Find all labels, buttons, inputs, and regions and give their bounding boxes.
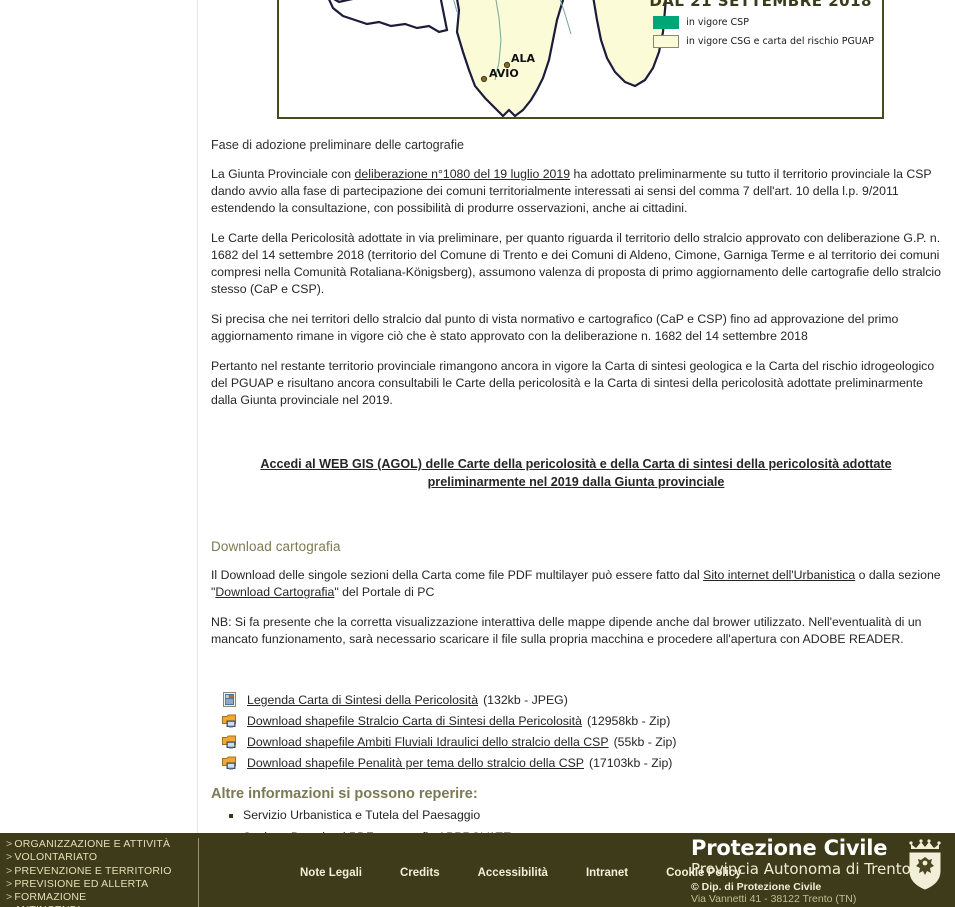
trentino-map-svg: STORO MORI ALA AVIO [328,0,667,117]
chevron-right-icon: > [6,877,13,890]
paragraph-1: La Giunta Provinciale con deliberazione … [211,166,941,217]
footer-nav-item-previsione[interactable]: > PREVISIONE ED ALLERTA [6,878,196,891]
list-item[interactable]: Download shapefile Penalità per tema del… [211,755,941,770]
download-paragraph: Il Download delle singole sezioni della … [211,567,941,601]
zip-file-icon [222,755,237,770]
map-legend: in vigore CSP in vigore CSG e carta del … [653,16,874,54]
svg-text:AVIO: AVIO [489,67,519,80]
legend-label-csp: in vigore CSP [686,17,749,28]
footer-nav-label: PREVISIONE ED ALLERTA [14,877,149,890]
nb-paragraph: NB: Si fa presente che la corretta visua… [211,615,922,647]
legend-swatch-csp [653,16,680,29]
legend-swatch-csg [653,35,680,48]
download-para-pre: Il Download delle singole sezioni della … [211,568,704,583]
footer-nav-label: ORGANIZZAZIONE E ATTIVITÀ [14,838,171,850]
footer-nav-item-organizzazione[interactable]: > ORGANIZZAZIONE E ATTIVITÀ [6,838,196,851]
chevron-right-icon: > [6,864,13,877]
footer-link-accessibilita[interactable]: Accessibilità [478,867,548,879]
footer-links: Note Legali Credits Accessibilità Intran… [300,867,742,879]
download-link[interactable]: Legenda Carta di Sintesi della Pericolos… [247,693,478,707]
webgis-link-wrapper: Accedi al WEB GIS (AGOL) delle Carte del… [211,455,941,492]
footer-link-credits[interactable]: Credits [400,867,440,879]
deliberazione-link[interactable]: deliberazione n°1080 del 19 luglio 2019 [355,167,571,181]
legend-label-csg: in vigore CSG e carta del rischio PGUAP [686,36,874,47]
footer-nav-item-prevenzione[interactable]: > PREVENZIONE E TERRITORIO [6,865,196,878]
webgis-link[interactable]: Accedi al WEB GIS (AGOL) delle Carte del… [219,455,933,492]
download-meta: (132kb - JPEG) [483,692,568,707]
download-heading: Download cartografia [211,539,341,555]
footer-nav-label: VOLONTARIATO [14,851,98,864]
download-list: Legenda Carta di Sintesi della Pericolos… [211,692,941,770]
legend-row-csg: in vigore CSG e carta del rischio PGUAP [653,35,874,48]
brand-address: Via Vannetti 41 - 38122 Trento (TN) [691,893,857,905]
image-file-icon [222,692,237,708]
list-item[interactable]: Legenda Carta di Sintesi della Pericolos… [211,692,941,708]
main-content: STORO MORI ALA AVIO DAL 21 SETTEMBRE 201… [199,0,955,888]
map-figure: STORO MORI ALA AVIO DAL 21 SETTEMBRE 201… [277,0,884,119]
page-footer: > ORGANIZZAZIONE E ATTIVITÀ > VOLONTARIATO… [0,833,955,907]
section-subheading: Fase di adozione preliminare delle carto… [211,138,464,152]
footer-nav-label: PREVENZIONE E TERRITORIO [14,864,172,877]
download-cartografia-link[interactable]: Download Cartografia [215,585,334,599]
altre-informazioni-heading: Altre informazioni si possono reperire: [211,786,478,803]
list-item[interactable]: Download shapefile Stralcio Carta di Sin… [211,713,941,728]
trento-coat-of-arms-icon [909,839,941,890]
map-title: DAL 21 SETTEMBRE 2018 [649,0,872,10]
footer-link-note-legali[interactable]: Note Legali [300,867,362,879]
chevron-right-icon: > [6,891,13,904]
footer-brand: Protezione Civile Provincia Autonoma di … [691,837,947,905]
download-meta: (12958kb - Zip) [586,713,671,728]
footer-link-intranet[interactable]: Intranet [586,867,628,879]
chevron-right-icon: > [6,851,13,864]
svg-text:ALA: ALA [511,52,536,65]
download-link[interactable]: Download shapefile Stralcio Carta di Sin… [247,714,582,728]
footer-divider [198,838,199,907]
footer-nav-label: FORMAZIONE [14,891,87,904]
paragraph-4: Pertanto nel restante territorio provinc… [211,358,935,407]
legend-row-csp: in vigore CSP [653,16,874,29]
footer-nav-item-volontariato[interactable]: > VOLONTARIATO [6,851,196,864]
download-meta: (55kb - Zip) [613,734,677,749]
paragraph-1-pre: La Giunta Provinciale con [211,167,355,182]
list-item[interactable]: Servizio Urbanistica e Tutela del Paesag… [229,808,941,824]
download-meta: (17103kb - Zip) [589,755,673,770]
download-link[interactable]: Download shapefile Ambiti Fluviali Idrau… [247,735,609,749]
footer-nav-item-formazione[interactable]: > FORMAZIONE [6,891,196,904]
zip-file-icon [222,713,237,728]
footer-nav: > ORGANIZZAZIONE E ATTIVITÀ > VOLONTARIATO… [6,838,196,907]
download-link[interactable]: Download shapefile Penalità per tema del… [247,756,584,770]
zip-file-icon [222,734,237,749]
paragraph-2: Le Carte della Pericolosità adottate in … [211,231,942,297]
urbanistica-link[interactable]: Sito internet dell'Urbanistica [703,568,855,582]
page-root: STORO MORI ALA AVIO DAL 21 SETTEMBRE 201… [0,0,955,907]
paragraph-3: Si precisa che nei territori dello stral… [211,312,899,343]
article-body: Fase di adozione preliminare delle carto… [205,137,945,890]
chevron-right-icon: > [6,838,13,850]
left-rail [0,0,198,833]
list-item[interactable]: Download shapefile Ambiti Fluviali Idrau… [211,734,941,749]
download-para-post: " del Portale di PC [334,585,435,600]
